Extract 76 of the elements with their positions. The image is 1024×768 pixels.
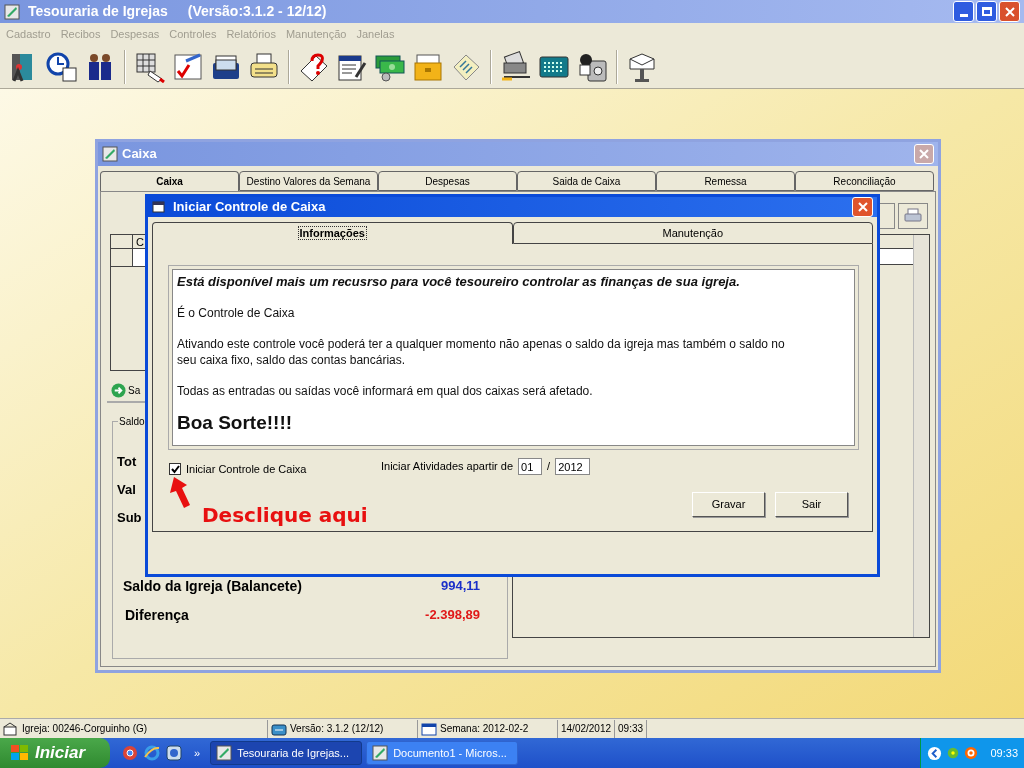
- window-title: Tesouraria de Igrejas: [28, 2, 168, 21]
- difference-label: Diferença: [125, 606, 189, 625]
- window-icon: [152, 201, 165, 213]
- info-heading: Está disponível mais um recusrso para você tesoureiro controlar as finanças de sua igreja.: [177, 273, 741, 291]
- app-icon: [4, 3, 20, 20]
- tab[interactable]: Informações: [152, 222, 513, 244]
- balance-label: Saldo da Igreja (Balancete): [123, 577, 302, 596]
- browser-icon[interactable]: [144, 745, 160, 761]
- start-button[interactable]: Iniciar: [0, 738, 110, 768]
- close-icon: [857, 202, 868, 212]
- status-text: 09:33: [618, 722, 644, 736]
- info-paragraph: Todas as entradas ou saídas você informará em qual dos caixas será afetado.: [177, 382, 594, 399]
- close-icon: [919, 149, 929, 159]
- chevron-icon[interactable]: [927, 745, 942, 761]
- tab[interactable]: Remessa: [656, 171, 795, 191]
- checkbox[interactable]: [169, 463, 181, 476]
- balance-value: 994,11: [440, 577, 480, 595]
- closing-text: Boa Sorte!!!!: [177, 411, 294, 434]
- info-paragraph: Ativando este controle você poderá ter a qualquer momento não apenas o saldo da igreja mas também o saldo no seu caixa fixo, saldo das contas bancárias.: [177, 335, 786, 368]
- version-icon: [271, 721, 287, 736]
- month-field[interactable]: 01: [518, 458, 543, 475]
- tab[interactable]: Saida de Caixa: [517, 171, 656, 191]
- browser-icon[interactable]: [122, 745, 138, 761]
- status-text: 14/02/2012: [561, 722, 612, 736]
- close-icon: [1004, 6, 1015, 17]
- version-label: (Versão:3.1.2 - 12/12): [187, 2, 327, 21]
- printer-icon: [904, 208, 922, 224]
- app-icon: [372, 745, 389, 761]
- start-label: Iniciar Atividades apartir de: [381, 459, 514, 475]
- window-title: Caixa: [122, 145, 157, 164]
- annotation-text: Desclique aqui: [202, 502, 368, 529]
- taskbar-button[interactable]: Tesouraria de Igrejas...: [210, 741, 363, 765]
- dialog-button[interactable]: Sair: [775, 492, 848, 517]
- maximize-button[interactable]: [976, 1, 997, 22]
- tab[interactable]: Reconciliação: [795, 171, 934, 191]
- person-safe-icon[interactable]: [576, 51, 608, 83]
- scrollbar[interactable]: [913, 235, 929, 637]
- tab[interactable]: Caixa: [100, 171, 239, 191]
- minimize-button[interactable]: [953, 1, 974, 22]
- field-label: Sub: [117, 510, 142, 526]
- file-box-icon[interactable]: [412, 51, 444, 83]
- column-header: C: [135, 235, 144, 248]
- close-button[interactable]: [999, 1, 1020, 22]
- info-paragraph: É o Controle de Caixa: [177, 304, 296, 321]
- status-text: Semana: 2012-02-2: [440, 722, 529, 736]
- printer-button[interactable]: [898, 203, 928, 229]
- window-icon: [102, 146, 118, 162]
- clock: 09:33: [990, 745, 1018, 761]
- keypad-icon[interactable]: [134, 51, 166, 83]
- tab[interactable]: Manutenção: [512, 222, 873, 244]
- calendar-icon: [421, 721, 437, 736]
- mailbox-icon[interactable]: [626, 51, 658, 83]
- year-field[interactable]: 2012: [555, 458, 591, 475]
- dialog-title: Iniciar Controle de Caixa: [173, 198, 326, 217]
- field-label: Val: [117, 482, 137, 498]
- app-icon[interactable]: [166, 745, 182, 761]
- help-icon[interactable]: [298, 51, 330, 83]
- tab[interactable]: Despesas: [378, 171, 517, 191]
- more-button[interactable]: »: [194, 744, 201, 762]
- date-separator: /: [547, 459, 551, 475]
- checkbox-label: Iniciar Controle de Caixa: [186, 462, 307, 477]
- printer-tools-icon[interactable]: [500, 51, 532, 83]
- checklist-icon[interactable]: [172, 51, 204, 83]
- taskbar-button[interactable]: Documento1 - Micros...: [366, 741, 519, 765]
- church-icon: [3, 721, 19, 736]
- status-text: Versão: 3.1.2 (12/12): [290, 722, 384, 736]
- clock-icon[interactable]: [46, 51, 78, 83]
- dialog-button[interactable]: Gravar: [692, 492, 765, 517]
- update-icon[interactable]: [964, 746, 978, 760]
- windows-logo-icon: [10, 744, 30, 762]
- difference-value: -2.398,89: [425, 606, 480, 624]
- field-label: Tot: [117, 454, 138, 470]
- app-icon: [216, 745, 233, 761]
- tab[interactable]: Destino Valores da Semana: [239, 171, 378, 191]
- close-button[interactable]: [852, 197, 873, 217]
- status-text: Igreja: 00246-Corguinho (G): [22, 722, 148, 736]
